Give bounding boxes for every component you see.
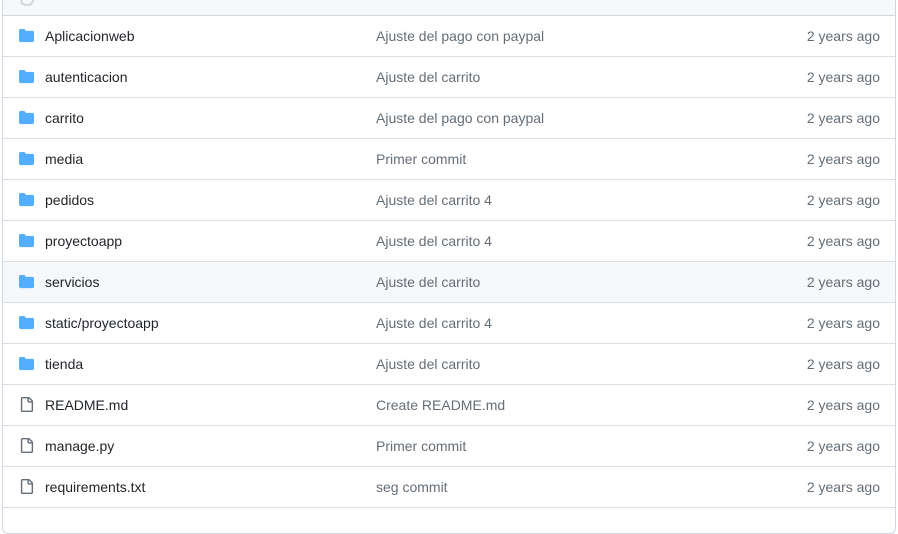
file-name-link[interactable]: README.md — [45, 396, 128, 414]
file-name-link[interactable]: requirements.txt — [45, 478, 145, 496]
file-row-pedidos[interactable]: pedidos Ajuste del carrito 4 2 years ago — [3, 180, 895, 221]
file-icon — [20, 438, 34, 453]
file-icon — [20, 397, 34, 412]
commit-message-link[interactable]: Ajuste del carrito — [376, 273, 480, 291]
file-list: Aplicacionweb Ajuste del pago con paypal… — [3, 16, 895, 508]
folder-icon — [19, 28, 34, 43]
commit-age: 2 years ago — [806, 315, 880, 331]
commit-age: 2 years ago — [806, 28, 880, 44]
commit-age: 2 years ago — [806, 233, 880, 249]
folder-icon — [19, 233, 34, 248]
file-name-link[interactable]: carrito — [45, 109, 84, 127]
commit-message-link[interactable]: seg commit — [376, 478, 448, 496]
folder-icon — [19, 110, 34, 125]
file-name-link[interactable]: pedidos — [45, 191, 94, 209]
commit-message-link[interactable]: Create README.md — [376, 396, 505, 414]
commit-age: 2 years ago — [806, 356, 880, 372]
file-row-autenticacion[interactable]: autenticacion Ajuste del carrito 2 years… — [3, 57, 895, 98]
commit-age: 2 years ago — [806, 69, 880, 85]
file-row-aplicacionweb[interactable]: Aplicacionweb Ajuste del pago con paypal… — [3, 16, 895, 57]
commit-message-link[interactable]: Ajuste del carrito 4 — [376, 232, 492, 250]
commit-message-link[interactable]: Primer commit — [376, 150, 466, 168]
file-name-link[interactable]: media — [45, 150, 83, 168]
header-icon — [20, 0, 34, 6]
file-row-tienda[interactable]: tienda Ajuste del carrito 2 years ago — [3, 344, 895, 385]
commit-message-link[interactable]: Ajuste del pago con paypal — [376, 109, 544, 127]
file-name-link[interactable]: Aplicacionweb — [45, 27, 135, 45]
file-icon — [20, 479, 34, 494]
commit-message-link[interactable]: Ajuste del carrito 4 — [376, 314, 492, 332]
commit-message-link[interactable]: Ajuste del carrito 4 — [376, 191, 492, 209]
file-row-servicios[interactable]: servicios Ajuste del carrito 2 years ago — [3, 262, 895, 303]
file-name-link[interactable]: tienda — [45, 355, 83, 373]
file-name-link[interactable]: manage.py — [45, 437, 114, 455]
commit-message-link[interactable]: Ajuste del carrito — [376, 68, 480, 86]
file-row-manage-py[interactable]: manage.py Primer commit 2 years ago — [3, 426, 895, 467]
file-row-proyectoapp[interactable]: proyectoapp Ajuste del carrito 4 2 years… — [3, 221, 895, 262]
commit-message-link[interactable]: Ajuste del pago con paypal — [376, 27, 544, 45]
folder-icon — [19, 356, 34, 371]
file-row-readme-md[interactable]: README.md Create README.md 2 years ago — [3, 385, 895, 426]
commit-age: 2 years ago — [806, 479, 880, 495]
file-name-link[interactable]: static/proyectoapp — [45, 314, 159, 332]
file-row-requirements-txt[interactable]: requirements.txt seg commit 2 years ago — [3, 467, 895, 508]
commit-age: 2 years ago — [806, 151, 880, 167]
folder-icon — [19, 192, 34, 207]
folder-icon — [19, 69, 34, 84]
commit-age: 2 years ago — [806, 274, 880, 290]
file-row-carrito[interactable]: carrito Ajuste del pago con paypal 2 yea… — [3, 98, 895, 139]
file-name-link[interactable]: proyectoapp — [45, 232, 122, 250]
file-row-static-proyectoapp[interactable]: static/proyectoapp Ajuste del carrito 4 … — [3, 303, 895, 344]
file-list-header — [3, 0, 895, 16]
file-name-link[interactable]: servicios — [45, 273, 99, 291]
commit-age: 2 years ago — [806, 192, 880, 208]
commit-age: 2 years ago — [806, 110, 880, 126]
folder-icon — [19, 274, 34, 289]
commit-message-link[interactable]: Ajuste del carrito — [376, 355, 480, 373]
commit-age: 2 years ago — [806, 397, 880, 413]
folder-icon — [19, 315, 34, 330]
file-name-link[interactable]: autenticacion — [45, 68, 128, 86]
folder-icon — [19, 151, 34, 166]
commit-message-link[interactable]: Primer commit — [376, 437, 466, 455]
commit-age: 2 years ago — [806, 438, 880, 454]
file-row-media[interactable]: media Primer commit 2 years ago — [3, 139, 895, 180]
